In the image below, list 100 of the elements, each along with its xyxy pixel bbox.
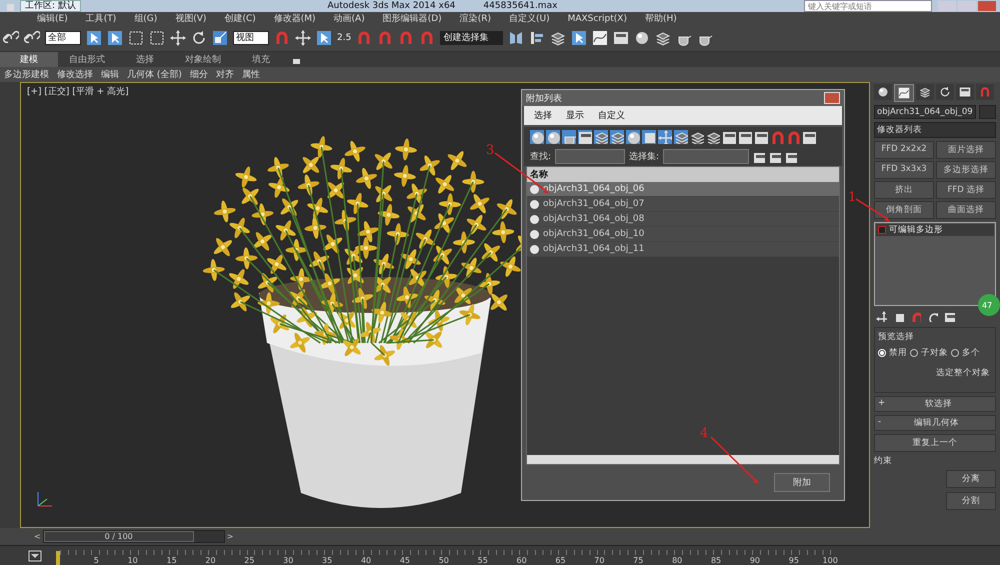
square-icon[interactable] bbox=[128, 30, 144, 46]
ribbon-tab[interactable]: 填充 bbox=[232, 52, 290, 67]
sphere-icon[interactable] bbox=[634, 30, 650, 46]
snap-toggle[interactable]: 2.5 bbox=[337, 33, 352, 43]
panel-button[interactable]: 分离 bbox=[946, 470, 996, 488]
mirror-icon[interactable] bbox=[508, 30, 524, 46]
layers-icon[interactable] bbox=[550, 30, 566, 46]
menu-item[interactable]: 视图(V) bbox=[166, 12, 216, 25]
rotate-icon[interactable] bbox=[927, 311, 938, 322]
rotate-icon[interactable] bbox=[191, 30, 207, 46]
layers-icon[interactable] bbox=[655, 30, 672, 46]
next-frame-button[interactable]: > bbox=[226, 532, 234, 541]
menu-item[interactable]: 自定义 bbox=[598, 109, 625, 122]
ribbon-panel-tab[interactable]: 细分 bbox=[186, 68, 212, 81]
previous-frame-button[interactable]: < bbox=[34, 532, 41, 541]
object-name: objArch31_064_obj_08 bbox=[543, 214, 644, 224]
rollout-toggle[interactable]: - bbox=[878, 417, 882, 429]
ribbon-panel-tab[interactable]: 属性 bbox=[238, 68, 264, 81]
modifier-button[interactable]: 挤出 bbox=[874, 181, 934, 199]
coordinate-system-dropdown[interactable]: 视图 bbox=[233, 31, 269, 45]
list-row[interactable]: objArch31_064_obj_08 bbox=[527, 212, 839, 227]
search-field[interactable]: 键入关键字或短语 bbox=[804, 0, 932, 12]
time-slider-thumb[interactable]: 0 / 100 bbox=[44, 531, 194, 542]
rollout-title[interactable]: 软选择 bbox=[885, 398, 992, 410]
repeat-last-button[interactable]: 重复上一个 bbox=[874, 434, 996, 452]
menu-item[interactable]: 修改器(M) bbox=[264, 12, 325, 25]
menu-item[interactable]: 渲染(R) bbox=[450, 12, 500, 25]
ribbon-tab[interactable]: 选择 bbox=[116, 52, 174, 67]
display-tab[interactable] bbox=[956, 84, 974, 100]
menu-item[interactable]: 创建(C) bbox=[215, 12, 265, 25]
viewport-label[interactable]: [+] [正交] [平滑 + 高光] bbox=[27, 85, 129, 98]
layers-icon[interactable] bbox=[706, 130, 720, 144]
align-icon[interactable] bbox=[529, 30, 546, 46]
filter-icon[interactable] bbox=[28, 550, 42, 562]
named-selection-set-dropdown[interactable]: 创建选择集 bbox=[440, 31, 504, 45]
modifier-button[interactable]: FFD 2x2x2 bbox=[874, 141, 934, 159]
ribbon-panel-tab[interactable]: 对齐 bbox=[212, 68, 238, 81]
chain-icon[interactable] bbox=[3, 30, 19, 46]
radio-button[interactable] bbox=[910, 349, 918, 357]
motion-tab[interactable] bbox=[936, 84, 954, 100]
ribbon-panel-tab[interactable]: 修改选择 bbox=[53, 68, 97, 81]
list-row[interactable]: objArch31_064_obj_07 bbox=[527, 197, 839, 212]
rollout-toggle[interactable]: + bbox=[878, 398, 886, 410]
menu-item[interactable]: 图形编辑器(D) bbox=[374, 12, 451, 25]
list-row[interactable]: objArch31_064_obj_11 bbox=[527, 242, 839, 257]
horizontal-scrollbar[interactable] bbox=[527, 455, 839, 464]
modifier-button[interactable]: 面片选择 bbox=[936, 141, 996, 159]
ribbon-tab[interactable]: 建模 bbox=[0, 52, 58, 67]
list-row[interactable]: objArch31_064_obj_06 bbox=[527, 182, 839, 197]
box-icon[interactable] bbox=[893, 311, 904, 322]
modifier-button[interactable]: 倒角剖面 bbox=[874, 201, 934, 219]
selection-set-field[interactable] bbox=[663, 149, 750, 164]
ribbon-tab[interactable]: 自由形式 bbox=[58, 52, 116, 67]
object-color-swatch[interactable] bbox=[978, 105, 996, 119]
layers-icon[interactable] bbox=[690, 130, 704, 144]
hierarchy-tab[interactable] bbox=[916, 84, 934, 100]
object-name-field[interactable]: objArch31_064_obj_09 bbox=[874, 105, 976, 119]
stack-item[interactable]: 可编辑多边形 bbox=[876, 224, 994, 236]
modifier-button[interactable]: FFD 3x3x3 bbox=[874, 161, 934, 179]
attach-button[interactable]: 附加 bbox=[774, 473, 830, 492]
list-row[interactable]: objArch31_064_obj_10 bbox=[527, 227, 839, 242]
menu-item[interactable]: 动画(A) bbox=[324, 12, 374, 25]
time-slider-track[interactable]: 0 / 100 bbox=[42, 530, 225, 543]
menu-item[interactable]: 选择 bbox=[534, 109, 552, 122]
ribbon-panel-tab[interactable]: 编辑 bbox=[97, 68, 123, 81]
radio-button[interactable] bbox=[951, 349, 959, 357]
ribbon-panel-tab[interactable]: 几何体 (全部) bbox=[123, 68, 186, 81]
chain-icon[interactable] bbox=[24, 30, 40, 46]
menu-item[interactable]: 工具(T) bbox=[76, 12, 126, 25]
modify-tab[interactable] bbox=[894, 84, 914, 102]
create-tab[interactable] bbox=[874, 84, 892, 100]
curve-icon[interactable] bbox=[592, 30, 608, 46]
cross-icon[interactable] bbox=[295, 30, 311, 46]
menu-item[interactable]: 自定义(U) bbox=[500, 12, 559, 25]
close-button[interactable] bbox=[824, 92, 840, 104]
find-field[interactable] bbox=[555, 149, 626, 164]
cross-icon[interactable] bbox=[170, 30, 186, 46]
cursor-icon[interactable] bbox=[571, 30, 588, 46]
cursor-icon[interactable] bbox=[86, 30, 102, 46]
menu-item[interactable]: 编辑(E) bbox=[28, 12, 77, 25]
modifier-button[interactable]: 多边形选择 bbox=[936, 161, 996, 179]
modifier-button[interactable]: FFD 选择 bbox=[936, 181, 996, 199]
ribbon-panel-tab[interactable]: 多边形建模 bbox=[0, 68, 53, 81]
ribbon-tab[interactable]: 对象绘制 bbox=[174, 52, 232, 67]
modifier-button[interactable]: 曲面选择 bbox=[936, 201, 996, 219]
tick-label: 95 bbox=[760, 550, 799, 565]
menu-item[interactable]: 显示 bbox=[566, 109, 584, 122]
scale-icon[interactable] bbox=[212, 30, 228, 46]
menu-item[interactable]: MAXScript(X) bbox=[558, 14, 636, 24]
square-icon[interactable] bbox=[149, 30, 165, 46]
cursor-icon[interactable] bbox=[107, 30, 123, 46]
panel-button[interactable]: 分割 bbox=[946, 492, 996, 510]
rollout-title[interactable]: 编辑几何体 bbox=[881, 417, 992, 429]
selection-filter-dropdown[interactable]: 全部 bbox=[45, 31, 81, 45]
workspace-dropdown[interactable]: 工作区: 默认 bbox=[20, 0, 81, 12]
menu-item[interactable]: 组(G) bbox=[125, 12, 166, 25]
cursor-icon[interactable] bbox=[316, 30, 332, 46]
modifier-list-dropdown[interactable]: 修改器列表 bbox=[874, 122, 996, 138]
cross-icon[interactable] bbox=[876, 311, 887, 322]
menu-item[interactable]: 帮助(H) bbox=[636, 12, 686, 25]
